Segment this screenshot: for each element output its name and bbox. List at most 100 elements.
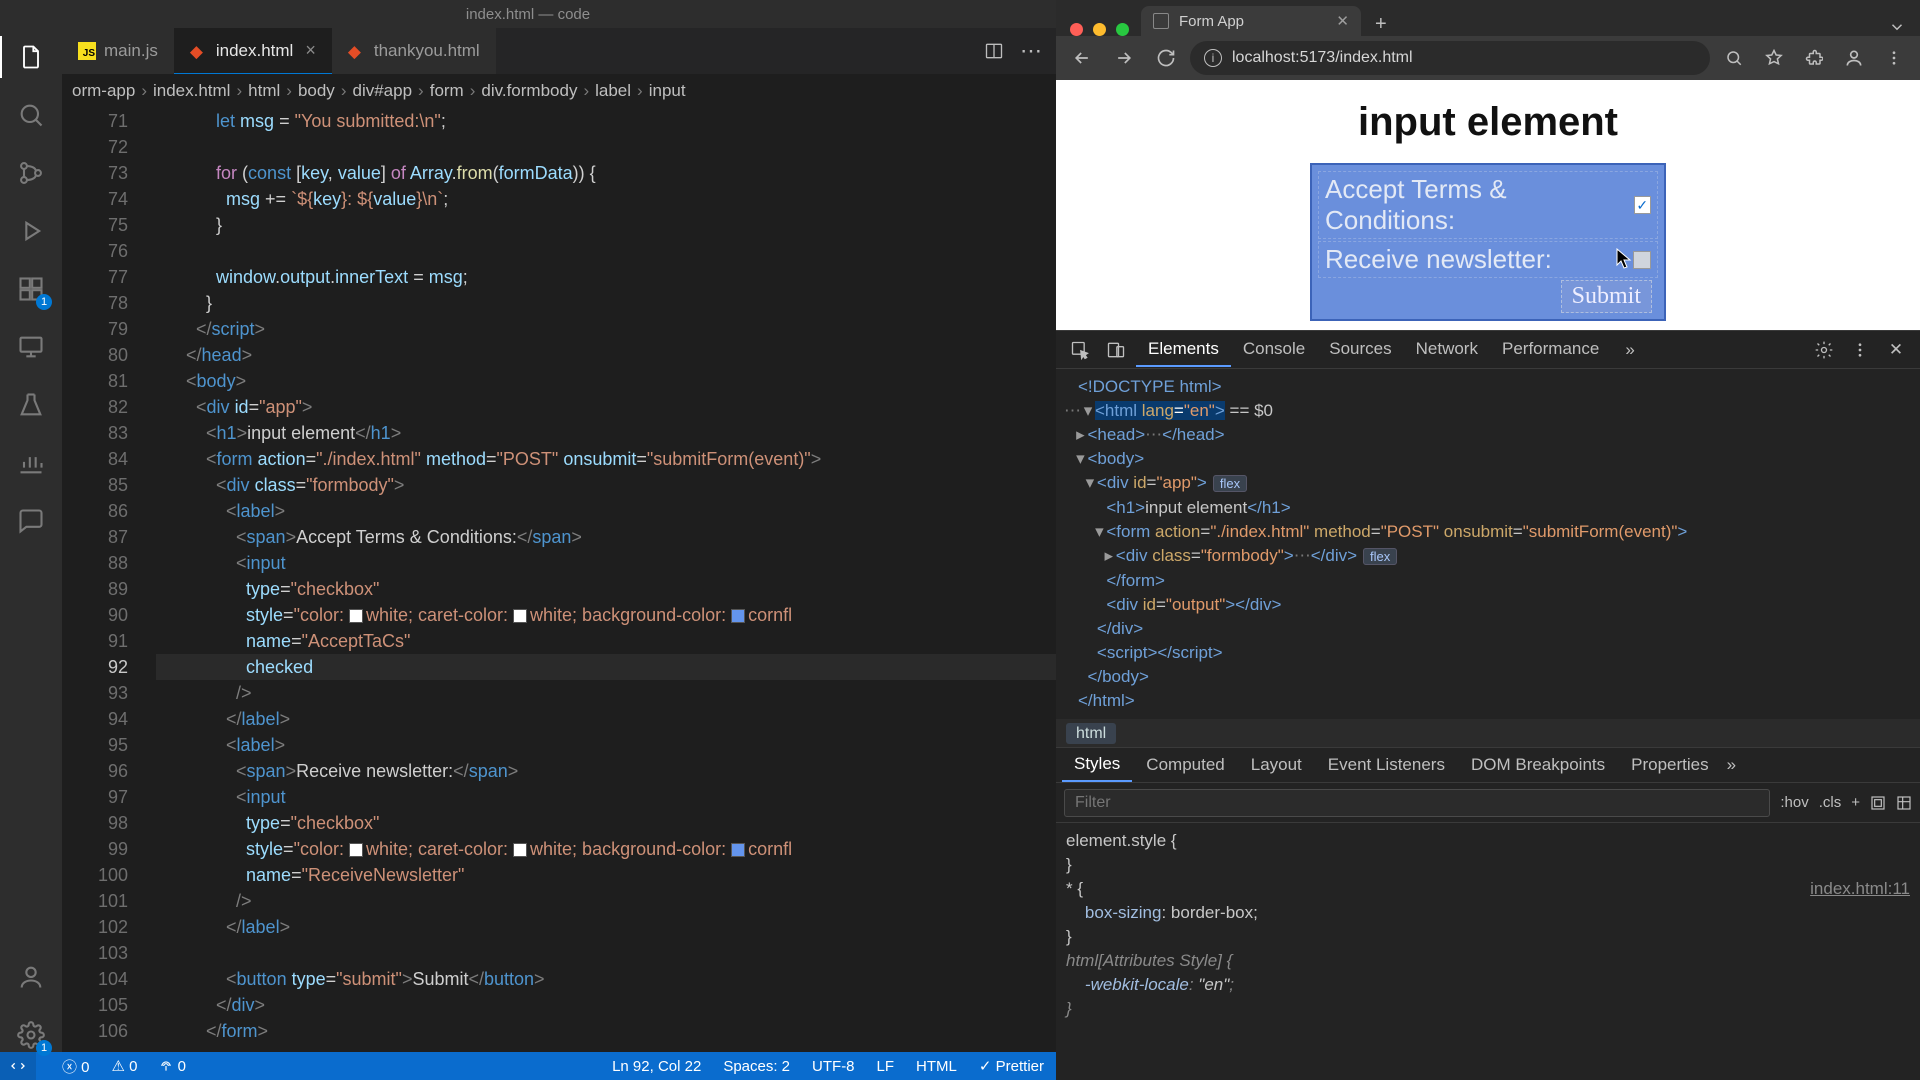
traffic-lights <box>1066 23 1141 36</box>
editor-tab[interactable]: ◆thankyou.html <box>332 28 496 74</box>
status-eol[interactable]: LF <box>877 1058 895 1075</box>
layout-panel-icon[interactable] <box>1896 795 1912 811</box>
devtools-subtabs: StylesComputedLayoutEvent ListenersDOM B… <box>1056 747 1920 783</box>
source-control-icon[interactable] <box>14 156 48 190</box>
url-input[interactable]: i localhost:5173/index.html <box>1190 41 1710 75</box>
styles-pane[interactable]: element.style {}* {index.html:11 box-siz… <box>1056 823 1920 1080</box>
status-errors[interactable]: ⓧ 0 <box>62 1056 90 1077</box>
settings-gear-icon[interactable]: 1 <box>14 1018 48 1052</box>
status-encoding[interactable]: UTF-8 <box>812 1058 855 1075</box>
tab-title: Form App <box>1179 13 1244 30</box>
breadcrumb-item[interactable]: html <box>248 81 280 101</box>
hover-toggle[interactable]: :hov <box>1780 794 1808 811</box>
computed-panel-icon[interactable] <box>1870 795 1886 811</box>
devtools-subtab[interactable]: Computed <box>1134 749 1236 781</box>
page-heading: input element <box>1358 100 1618 145</box>
inspect-icon[interactable] <box>1064 334 1096 366</box>
status-spaces[interactable]: Spaces: 2 <box>723 1058 790 1075</box>
accept-terms-checkbox[interactable]: ✓ <box>1634 196 1651 214</box>
code-content[interactable]: let msg = "You submitted:\n"; for (const… <box>156 108 1056 1052</box>
cls-toggle[interactable]: .cls <box>1819 794 1842 811</box>
status-warnings[interactable]: ⚠ 0 <box>112 1057 138 1075</box>
devtools-settings-icon[interactable] <box>1808 334 1840 366</box>
bookmark-icon[interactable] <box>1756 40 1792 76</box>
zoom-icon[interactable] <box>1716 40 1752 76</box>
breadcrumb-item[interactable]: orm-app <box>72 81 135 101</box>
address-bar: i localhost:5173/index.html <box>1056 36 1920 80</box>
breadcrumb-item[interactable]: label <box>595 81 631 101</box>
code-editor[interactable]: 7172737475767778798081828384858687888990… <box>62 108 1056 1052</box>
search-icon[interactable] <box>14 98 48 132</box>
dom-tree[interactable]: <!DOCTYPE html>⋯▾<html lang="en"> == $0 … <box>1056 369 1920 719</box>
breadcrumb-item[interactable]: form <box>430 81 464 101</box>
mouse-cursor-icon <box>1616 248 1632 270</box>
form-box: Accept Terms & Conditions: ✓ Receive new… <box>1310 163 1666 321</box>
editor-tab[interactable]: JSmain.js <box>62 28 174 74</box>
devtools-subtab[interactable]: Properties <box>1619 749 1720 781</box>
devtools-menu-icon[interactable] <box>1844 334 1876 366</box>
extensions-icon[interactable]: 1 <box>14 272 48 306</box>
remote-explorer-icon[interactable] <box>14 330 48 364</box>
breadcrumb-item[interactable]: input <box>649 81 686 101</box>
editor-tab[interactable]: ◆index.html× <box>174 28 332 74</box>
status-cursor[interactable]: Ln 92, Col 22 <box>612 1058 701 1075</box>
chevrons-icon[interactable] <box>1874 18 1920 36</box>
testing-icon[interactable] <box>14 388 48 422</box>
zoom-window-icon[interactable] <box>1116 23 1129 36</box>
devtools-close-icon[interactable]: ✕ <box>1880 334 1912 366</box>
submit-button[interactable]: Submit <box>1561 280 1652 313</box>
dom-breadcrumb[interactable]: html <box>1056 719 1920 747</box>
more-icon[interactable]: ⋯ <box>1020 38 1044 64</box>
account-icon[interactable] <box>14 960 48 994</box>
more-tabs-icon[interactable]: » <box>1615 340 1644 360</box>
breadcrumb-item[interactable]: div#app <box>352 81 412 101</box>
browser-tab[interactable]: Form App ✕ <box>1141 6 1361 36</box>
status-lang[interactable]: HTML <box>916 1058 957 1075</box>
close-tab-icon[interactable]: ✕ <box>1336 12 1349 30</box>
close-window-icon[interactable] <box>1070 23 1083 36</box>
editor-toolbar: ⋯ <box>972 28 1056 74</box>
close-icon[interactable]: × <box>305 40 316 61</box>
devtools-subtab[interactable]: Event Listeners <box>1316 749 1457 781</box>
devtools-subtab[interactable]: Layout <box>1239 749 1314 781</box>
split-editor-icon[interactable] <box>984 41 1004 61</box>
minimize-window-icon[interactable] <box>1093 23 1106 36</box>
devtools-tabs: ElementsConsoleSourcesNetworkPerformance… <box>1056 331 1920 369</box>
newsletter-row[interactable]: Receive newsletter: <box>1318 241 1658 278</box>
profile-icon[interactable] <box>1836 40 1872 76</box>
devtools-tab[interactable]: Console <box>1231 333 1317 367</box>
status-formatter[interactable]: ✓ Prettier <box>979 1057 1044 1075</box>
new-tab-button[interactable]: + <box>1361 13 1401 36</box>
site-info-icon[interactable]: i <box>1204 49 1222 67</box>
newsletter-checkbox[interactable] <box>1633 251 1651 269</box>
remote-indicator[interactable] <box>0 1052 36 1080</box>
devtools-tab[interactable]: Elements <box>1136 333 1231 367</box>
breadcrumb-item[interactable]: div.formbody <box>481 81 577 101</box>
activity-bar: 1 1 <box>0 28 62 1052</box>
new-style-button[interactable]: + <box>1851 794 1860 811</box>
comment-icon[interactable] <box>14 504 48 538</box>
extensions-puzzle-icon[interactable] <box>1796 40 1832 76</box>
vscode-window: index.html — code 1 1 JSmain.js◆index.ht… <box>0 0 1056 1080</box>
back-icon[interactable] <box>1064 40 1100 76</box>
styles-filter-row: :hov .cls + <box>1056 783 1920 823</box>
device-toggle-icon[interactable] <box>1100 334 1132 366</box>
devtools-tab[interactable]: Network <box>1404 333 1490 367</box>
breadcrumbs[interactable]: orm-app›index.html›html›body›div#app›for… <box>62 74 1056 108</box>
status-ports[interactable]: 0 <box>159 1058 186 1075</box>
devtools-tab[interactable]: Sources <box>1317 333 1403 367</box>
reload-icon[interactable] <box>1148 40 1184 76</box>
devtools-subtab[interactable]: DOM Breakpoints <box>1459 749 1617 781</box>
chart-icon[interactable] <box>14 446 48 480</box>
devtools-tab[interactable]: Performance <box>1490 333 1611 367</box>
more-subtabs-icon[interactable]: » <box>1727 755 1736 775</box>
styles-filter-input[interactable] <box>1064 789 1770 817</box>
menu-icon[interactable] <box>1876 40 1912 76</box>
breadcrumb-item[interactable]: index.html <box>153 81 230 101</box>
breadcrumb-item[interactable]: body <box>298 81 335 101</box>
debug-icon[interactable] <box>14 214 48 248</box>
devtools-subtab[interactable]: Styles <box>1062 748 1132 782</box>
explorer-icon[interactable] <box>14 40 48 74</box>
accept-terms-row[interactable]: Accept Terms & Conditions: ✓ <box>1318 171 1658 239</box>
forward-icon[interactable] <box>1106 40 1142 76</box>
